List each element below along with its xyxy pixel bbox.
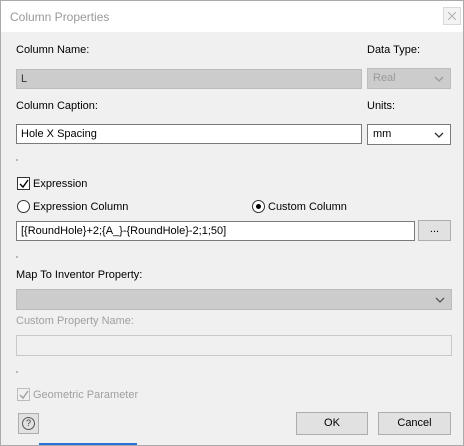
chevron-down-icon [434, 76, 444, 82]
geometric-parameter-label: Geometric Parameter [33, 389, 139, 401]
close-button[interactable] [443, 7, 461, 25]
expression-column-radio-label: Expression Column [33, 201, 129, 213]
data-type-label: Data Type: [367, 44, 420, 56]
expression-checkbox[interactable] [17, 177, 30, 190]
ok-button[interactable]: OK [296, 412, 368, 435]
column-caption-input[interactable]: Hole X Spacing [16, 124, 362, 144]
units-label: Units: [367, 100, 396, 112]
chevron-down-icon [435, 297, 445, 303]
custom-column-radio[interactable] [252, 200, 265, 213]
data-type-value: Real [373, 72, 396, 84]
custom-property-input [16, 335, 452, 356]
data-type-select: Real [367, 68, 451, 89]
separator-dot [16, 159, 18, 161]
checkmark-icon [19, 179, 29, 189]
separator-dot [16, 371, 18, 373]
help-button[interactable]: ? [18, 413, 39, 434]
checkmark-icon [19, 390, 29, 400]
window-title: Column Properties [10, 10, 110, 24]
column-properties-dialog: Column Properties Column Name: L Data Ty… [0, 0, 464, 446]
window-accent-bottom [39, 443, 137, 445]
close-icon [448, 12, 456, 20]
help-icon: ? [22, 417, 35, 430]
radio-selected-dot [256, 204, 261, 209]
inventor-property-select [16, 289, 452, 310]
chevron-down-icon [434, 132, 444, 138]
expression-input[interactable]: [{RoundHole}+2;{A_}-{RoundHole}-2;1;50] [16, 221, 415, 241]
separator-dot [16, 256, 18, 258]
inventor-property-label: Map To Inventor Property: [16, 269, 143, 281]
column-name-field: L [16, 69, 362, 89]
units-select[interactable]: mm [367, 124, 451, 145]
expression-column-radio[interactable] [17, 200, 30, 213]
column-caption-label: Column Caption: [16, 100, 98, 112]
custom-column-radio-label: Custom Column [268, 201, 347, 213]
title-bar: Column Properties [1, 1, 463, 32]
column-name-label: Column Name: [16, 44, 90, 56]
expression-checkbox-label: Expression [33, 178, 88, 190]
cancel-button[interactable]: Cancel [378, 412, 451, 435]
units-value: mm [373, 128, 392, 140]
custom-property-label: Custom Property Name: [16, 315, 134, 327]
geometric-parameter-checkbox [17, 388, 30, 401]
browse-button[interactable]: ... [418, 220, 451, 241]
